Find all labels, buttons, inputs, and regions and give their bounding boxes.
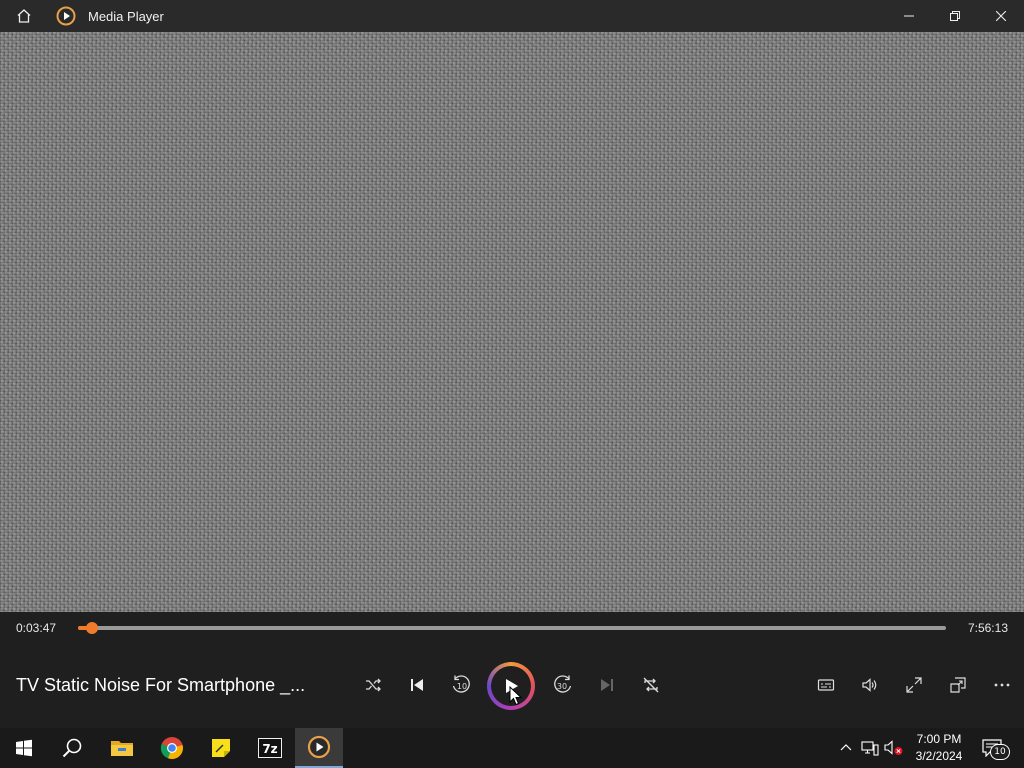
mouse-cursor-icon bbox=[509, 686, 523, 706]
sticky-notes-button[interactable] bbox=[197, 728, 245, 768]
media-player-logo-icon bbox=[56, 6, 76, 26]
minimize-button[interactable] bbox=[886, 0, 932, 32]
next-button[interactable] bbox=[592, 670, 622, 700]
elapsed-time: 0:03:47 bbox=[16, 621, 57, 635]
forward-icon: 30 bbox=[554, 675, 572, 693]
volume-muted-icon bbox=[884, 740, 903, 755]
network-icon bbox=[861, 741, 879, 756]
notification-count-badge: 10 bbox=[990, 744, 1010, 760]
seek-thumb[interactable] bbox=[86, 622, 98, 634]
rewind-seconds: 10 bbox=[457, 682, 467, 691]
more-icon bbox=[994, 683, 1010, 687]
close-icon bbox=[996, 11, 1006, 21]
taskbar: 7z 7:00 PM 3/2/2024 bbox=[0, 728, 1024, 768]
rewind-icon: 10 bbox=[452, 675, 470, 693]
captions-icon bbox=[817, 679, 835, 691]
file-explorer-button[interactable] bbox=[98, 728, 146, 768]
clock-time: 7:00 PM bbox=[916, 732, 962, 746]
media-player-icon bbox=[307, 735, 331, 759]
volume-icon bbox=[862, 678, 877, 692]
show-hidden-icons-button[interactable] bbox=[836, 738, 856, 758]
home-icon bbox=[17, 9, 31, 23]
repeat-off-icon bbox=[643, 677, 659, 693]
restore-icon bbox=[950, 11, 960, 21]
system-clock[interactable]: 7:00 PM 3/2/2024 bbox=[908, 731, 970, 765]
previous-button[interactable] bbox=[402, 670, 432, 700]
mini-player-icon bbox=[950, 677, 966, 693]
network-button[interactable] bbox=[860, 738, 880, 758]
video-surface[interactable] bbox=[0, 32, 1024, 612]
search-icon bbox=[62, 738, 82, 758]
app-title: Media Player bbox=[88, 8, 164, 24]
shuffle-button[interactable] bbox=[358, 670, 388, 700]
fullscreen-button[interactable] bbox=[899, 670, 929, 700]
start-icon bbox=[16, 739, 32, 757]
playback-controls: 0:03:47 7:56:13 TV Static Noise For Smar… bbox=[0, 612, 1024, 728]
home-button[interactable] bbox=[0, 0, 48, 32]
start-button[interactable] bbox=[0, 728, 48, 768]
forward-button[interactable]: 30 bbox=[548, 670, 578, 700]
shuffle-icon bbox=[366, 678, 381, 692]
rewind-button[interactable]: 10 bbox=[446, 670, 476, 700]
chevron-up-icon bbox=[840, 744, 852, 751]
file-explorer-icon bbox=[111, 741, 133, 756]
mini-player-button[interactable] bbox=[943, 670, 973, 700]
forward-seconds: 30 bbox=[557, 682, 567, 691]
chrome-button[interactable] bbox=[148, 728, 196, 768]
previous-icon bbox=[411, 679, 423, 691]
more-options-button[interactable] bbox=[987, 670, 1017, 700]
media-player-taskbar-button[interactable] bbox=[295, 728, 343, 768]
chrome-icon bbox=[160, 737, 183, 760]
repeat-button[interactable] bbox=[636, 670, 666, 700]
7zip-label: 7z bbox=[262, 742, 277, 756]
7zip-button[interactable]: 7z bbox=[246, 728, 294, 768]
7zip-icon: 7z bbox=[258, 738, 282, 758]
title-bar: Media Player bbox=[0, 0, 1024, 32]
seek-bar[interactable] bbox=[78, 622, 946, 634]
close-button[interactable] bbox=[978, 0, 1024, 32]
fullscreen-icon bbox=[906, 677, 922, 693]
sticky-notes-icon bbox=[212, 739, 230, 757]
clock-date: 3/2/2024 bbox=[915, 749, 963, 763]
next-icon bbox=[601, 679, 613, 691]
volume-tray-button[interactable] bbox=[884, 738, 904, 758]
minimize-icon bbox=[904, 15, 914, 17]
search-button[interactable] bbox=[48, 728, 96, 768]
restore-button[interactable] bbox=[932, 0, 978, 32]
track-title: TV Static Noise For Smartphone _... bbox=[16, 675, 306, 695]
total-time: 7:56:13 bbox=[967, 621, 1008, 635]
captions-button[interactable] bbox=[811, 670, 841, 700]
volume-button[interactable] bbox=[855, 670, 885, 700]
